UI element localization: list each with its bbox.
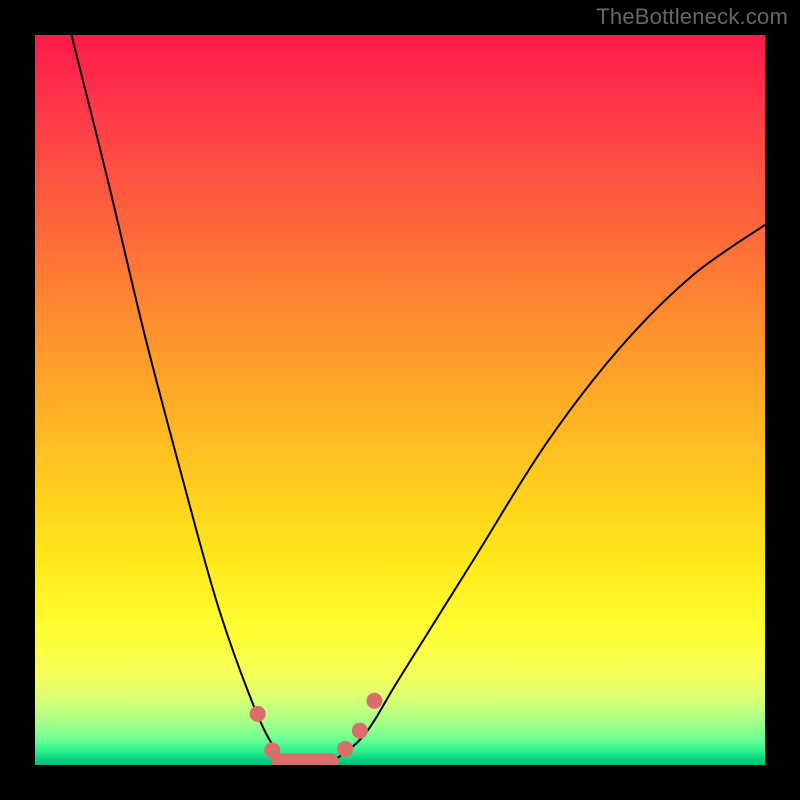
data-point-marker [264,742,280,758]
data-point-marker [337,741,353,757]
data-markers [250,693,383,759]
data-point-marker [352,723,368,739]
watermark-text: TheBottleneck.com [596,4,788,30]
data-point-marker [250,706,266,722]
chart-frame: TheBottleneck.com [0,0,800,800]
left-curve [72,35,291,765]
plot-area [35,35,765,765]
curve-layer [35,35,765,765]
right-curve [327,225,765,765]
data-point-marker [366,693,382,709]
